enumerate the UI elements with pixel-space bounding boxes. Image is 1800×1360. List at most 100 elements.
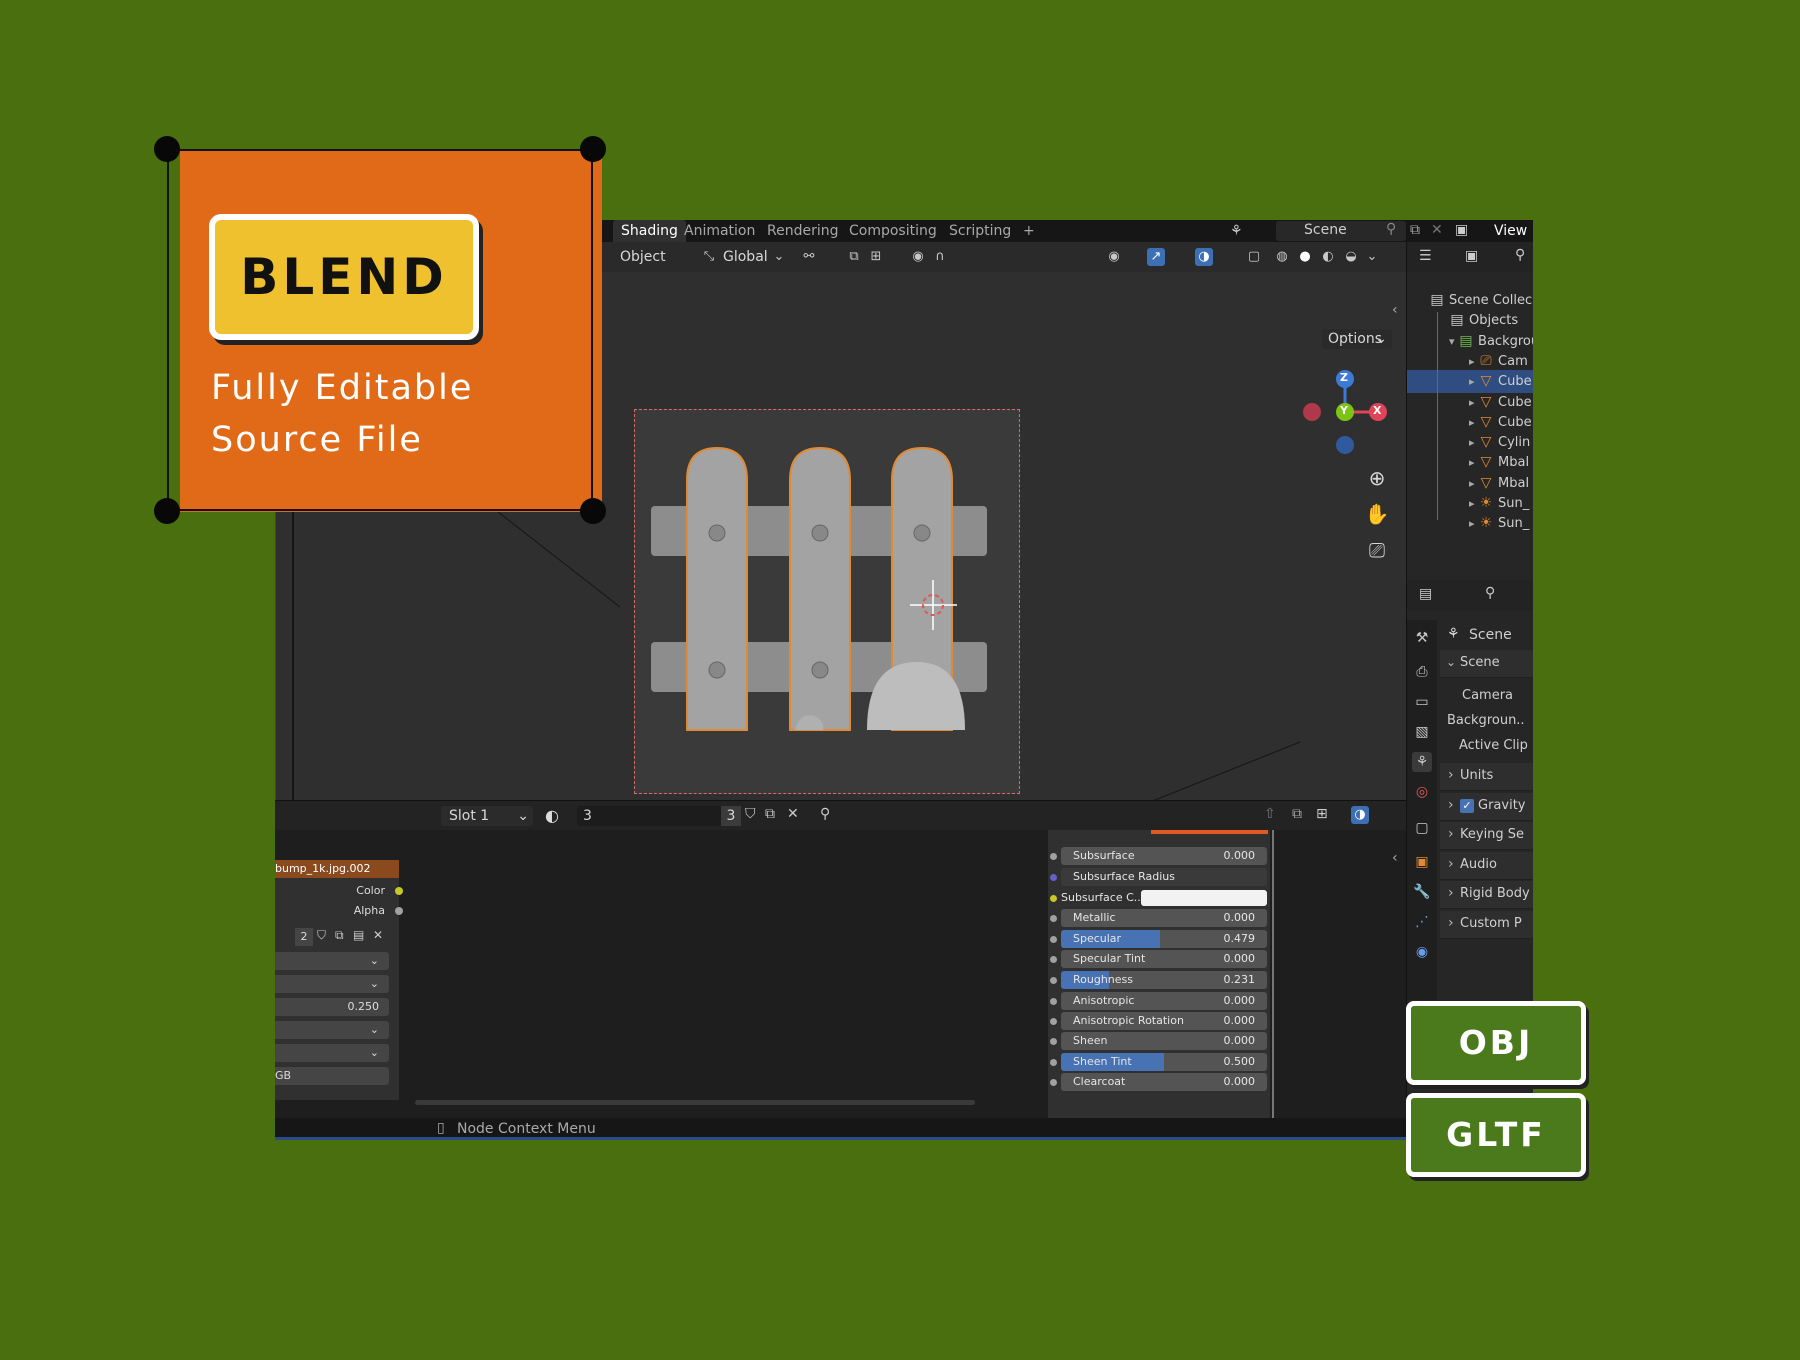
material-shading-icon[interactable]: ◐ xyxy=(1319,248,1337,266)
bsdf-input-socket[interactable] xyxy=(1050,1038,1057,1045)
properties-panel[interactable]: › ✓ Gravity xyxy=(1440,792,1533,821)
options-dropdown[interactable]: Options ⌄ xyxy=(1322,329,1392,349)
proportional-edit-icon[interactable]: ◉ xyxy=(909,248,927,266)
expand-arrow-icon[interactable]: ▸ xyxy=(1469,517,1478,530)
collapse-arrow-icon[interactable]: ▾ xyxy=(1449,335,1458,348)
close-icon[interactable]: ✕ xyxy=(1431,222,1443,238)
projection-select[interactable]: ⌄ xyxy=(275,975,389,993)
bsdf-input-row[interactable]: Roughness 0.231 xyxy=(1061,971,1267,989)
copy-icon[interactable]: ⧉ xyxy=(1410,222,1420,238)
properties-panel[interactable]: › Audio xyxy=(1440,851,1533,880)
scene-icon[interactable]: ⚘ xyxy=(1230,222,1248,240)
tab-animation[interactable]: Animation xyxy=(676,220,763,242)
bsdf-input-socket[interactable] xyxy=(1050,1018,1057,1025)
bsdf-input-socket[interactable] xyxy=(1050,998,1057,1005)
snap-icon[interactable]: ⧉ xyxy=(1292,806,1302,822)
bsdf-input-row[interactable]: Clearcoat 0.000 xyxy=(1061,1073,1267,1091)
modifier-tab-icon[interactable]: 🔧 xyxy=(1412,882,1432,902)
chevron-down-icon[interactable]: ⌄ xyxy=(1363,248,1381,266)
bsdf-input-socket[interactable] xyxy=(1050,1059,1057,1066)
expand-arrow-icon[interactable]: ▸ xyxy=(1469,416,1478,429)
fake-user-icon[interactable]: ⛉ xyxy=(317,928,326,943)
tab-compositing[interactable]: Compositing xyxy=(841,220,945,242)
view-layer-tab-icon[interactable]: ▧ xyxy=(1412,722,1432,742)
unlink-icon[interactable]: ✕ xyxy=(373,928,383,942)
color-space-select[interactable]: GB xyxy=(275,1067,389,1085)
tab-rendering[interactable]: Rendering xyxy=(759,220,847,242)
scene-selector[interactable]: Scene ⚲ xyxy=(1276,221,1406,241)
camera-view-icon[interactable]: ⎚ xyxy=(1363,536,1391,564)
object-tab-icon[interactable]: ▣ xyxy=(1412,852,1432,872)
editor-type-icon[interactable]: ▤ xyxy=(1419,586,1432,602)
view-layer-name[interactable]: View L xyxy=(1494,223,1533,239)
slot-select[interactable]: Slot 1 ⌄ xyxy=(441,806,533,826)
expand-arrow-icon[interactable]: ▸ xyxy=(1469,375,1478,388)
physics-tab-icon[interactable]: ◉ xyxy=(1412,942,1432,962)
xray-icon[interactable]: ▢ xyxy=(1245,248,1263,266)
source-select[interactable]: ⌄ xyxy=(275,1044,389,1062)
extension-select[interactable]: ⌄ xyxy=(275,1021,389,1039)
scene-panel-header[interactable]: ⌄ Scene xyxy=(1440,650,1533,678)
filter-icon[interactable]: ▣ xyxy=(1465,248,1478,264)
world-tab-icon[interactable]: ◎ xyxy=(1412,782,1432,802)
pan-hand-icon[interactable]: ✋ xyxy=(1363,500,1391,528)
snap-target-icon[interactable]: ⊞ xyxy=(867,248,885,266)
bsdf-input-socket[interactable] xyxy=(1050,936,1057,943)
expand-arrow-icon[interactable]: ▸ xyxy=(1469,477,1478,490)
falloff-icon[interactable]: ∩ xyxy=(931,248,949,266)
bsdf-input-socket[interactable] xyxy=(1050,895,1057,902)
snap-icon[interactable]: ⧉ xyxy=(845,248,863,266)
bsdf-input-socket[interactable] xyxy=(1050,977,1057,984)
bsdf-input-row[interactable]: Sheen 0.000 xyxy=(1061,1032,1267,1050)
bsdf-input-socket[interactable] xyxy=(1050,1079,1057,1086)
search-icon[interactable]: ⚲ xyxy=(1485,585,1495,601)
fake-user-icon[interactable]: ⛉ xyxy=(745,806,756,822)
overlay-toggle-icon[interactable]: ◑ xyxy=(1195,248,1213,266)
bsdf-input-row[interactable]: Subsurface Radius xyxy=(1061,868,1267,886)
tool-tab-icon[interactable]: ⚒ xyxy=(1412,628,1432,648)
transform-orientation-select[interactable]: Global xyxy=(723,247,768,267)
bsdf-input-socket[interactable] xyxy=(1050,956,1057,963)
expand-arrow-icon[interactable]: ▸ xyxy=(1469,396,1478,409)
search-icon[interactable]: ⚲ xyxy=(1515,247,1525,263)
color-output-socket[interactable] xyxy=(395,887,403,895)
bsdf-input-socket[interactable] xyxy=(1050,853,1057,860)
properties-panel[interactable]: › Keying Se xyxy=(1440,822,1533,850)
expand-arrow-icon[interactable]: ▸ xyxy=(1469,497,1478,510)
image-texture-node[interactable]: bump_1k.jpg.002 Color Alpha 2 ⛉ ⧉ ▤ ✕ ⌄ … xyxy=(275,860,403,1100)
bsdf-input-row[interactable]: Specular Tint 0.000 xyxy=(1061,950,1267,968)
bsdf-input-row[interactable]: Specular 0.479 xyxy=(1061,930,1267,948)
solid-shading-icon[interactable]: ● xyxy=(1296,248,1314,266)
horizontal-scrollbar[interactable] xyxy=(415,1100,975,1105)
overlay-toggle-icon[interactable]: ◑ xyxy=(1351,806,1369,824)
duplicate-icon[interactable]: ⧉ xyxy=(765,806,775,822)
particles-tab-icon[interactable]: ⋰ xyxy=(1412,912,1432,932)
alpha-output-socket[interactable] xyxy=(395,907,403,915)
pivot-icon[interactable]: ⚯ xyxy=(800,248,818,266)
rendered-shading-icon[interactable]: ◒ xyxy=(1342,248,1360,266)
properties-panel[interactable]: › Units xyxy=(1440,763,1533,791)
display-mode-icon[interactable]: ☰ xyxy=(1419,248,1432,264)
principled-bsdf-node[interactable]: Subsurface 0.000 Subsurface Radius Subsurfa… xyxy=(1048,830,1270,1118)
interpolation-select[interactable]: ⌄ xyxy=(275,952,389,970)
chevron-left-icon[interactable]: ‹ xyxy=(1392,302,1398,318)
material-users-count[interactable]: 3 xyxy=(721,806,741,826)
object-menu[interactable]: Object xyxy=(620,247,666,267)
bsdf-input-row[interactable]: Subsurface 0.000 xyxy=(1061,847,1267,865)
node-editor-canvas[interactable]: bump_1k.jpg.002 Color Alpha 2 ⛉ ⧉ ▤ ✕ ⌄ … xyxy=(275,830,1406,1118)
reference-image[interactable] xyxy=(634,409,1020,794)
render-tab-icon[interactable]: ⎙ xyxy=(1412,662,1432,682)
collection-tab-icon[interactable]: ▢ xyxy=(1412,818,1432,838)
add-workspace-button[interactable]: + xyxy=(1015,220,1043,242)
gravity-checkbox[interactable]: ✓ xyxy=(1460,798,1474,813)
open-image-icon[interactable]: ▤ xyxy=(353,928,364,942)
wireframe-shading-icon[interactable]: ◍ xyxy=(1273,248,1291,266)
material-name-field[interactable]: 3 xyxy=(577,806,739,826)
expand-arrow-icon[interactable]: ▸ xyxy=(1469,456,1478,469)
tab-shading[interactable]: Shading xyxy=(613,220,686,242)
tab-scripting[interactable]: Scripting xyxy=(941,220,1019,242)
image-users-count[interactable]: 2 xyxy=(295,928,313,946)
visibility-icon[interactable]: ◉ xyxy=(1105,248,1123,266)
view-layer-icon[interactable]: ▣ xyxy=(1455,222,1468,238)
bsdf-input-row[interactable]: Subsurface C... xyxy=(1061,889,1267,907)
